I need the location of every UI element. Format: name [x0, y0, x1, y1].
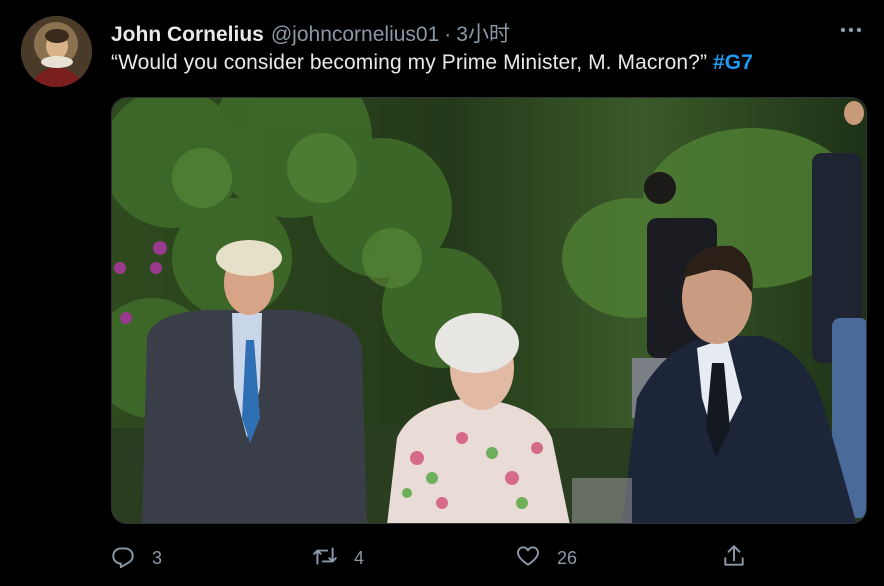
share-button[interactable]: [721, 540, 747, 576]
separator-dot: ·: [444, 23, 452, 46]
reply-count: 3: [152, 547, 163, 568]
display-name[interactable]: John Cornelius: [111, 23, 264, 47]
like-count: 26: [557, 547, 578, 568]
avatar-portrait-image: [21, 16, 92, 87]
tweet-photo[interactable]: [111, 97, 867, 524]
like-button[interactable]: 26: [515, 540, 577, 576]
tweet-text: “Would you consider becoming my Prime Mi…: [111, 51, 753, 75]
retweet-count: 4: [354, 547, 365, 568]
reply-icon: [110, 543, 136, 574]
tweet-timestamp[interactable]: 3小时: [456, 18, 510, 48]
avatar[interactable]: [21, 16, 92, 87]
photo-illustration: [112, 98, 866, 523]
hashtag-link[interactable]: #G7: [713, 51, 753, 74]
like-icon: [515, 543, 541, 574]
more-icon[interactable]: [838, 20, 864, 40]
tweet-header: John Cornelius @johncornelius01 · 3小时: [111, 18, 510, 46]
retweet-button[interactable]: 4: [312, 540, 364, 576]
tweet-body: “Would you consider becoming my Prime Mi…: [111, 51, 708, 74]
retweet-icon: [312, 543, 338, 574]
share-icon: [721, 543, 747, 574]
user-handle[interactable]: @johncornelius01: [271, 23, 439, 47]
tweet-actions: 3 4 26: [0, 540, 884, 576]
reply-button[interactable]: 3: [110, 540, 162, 576]
